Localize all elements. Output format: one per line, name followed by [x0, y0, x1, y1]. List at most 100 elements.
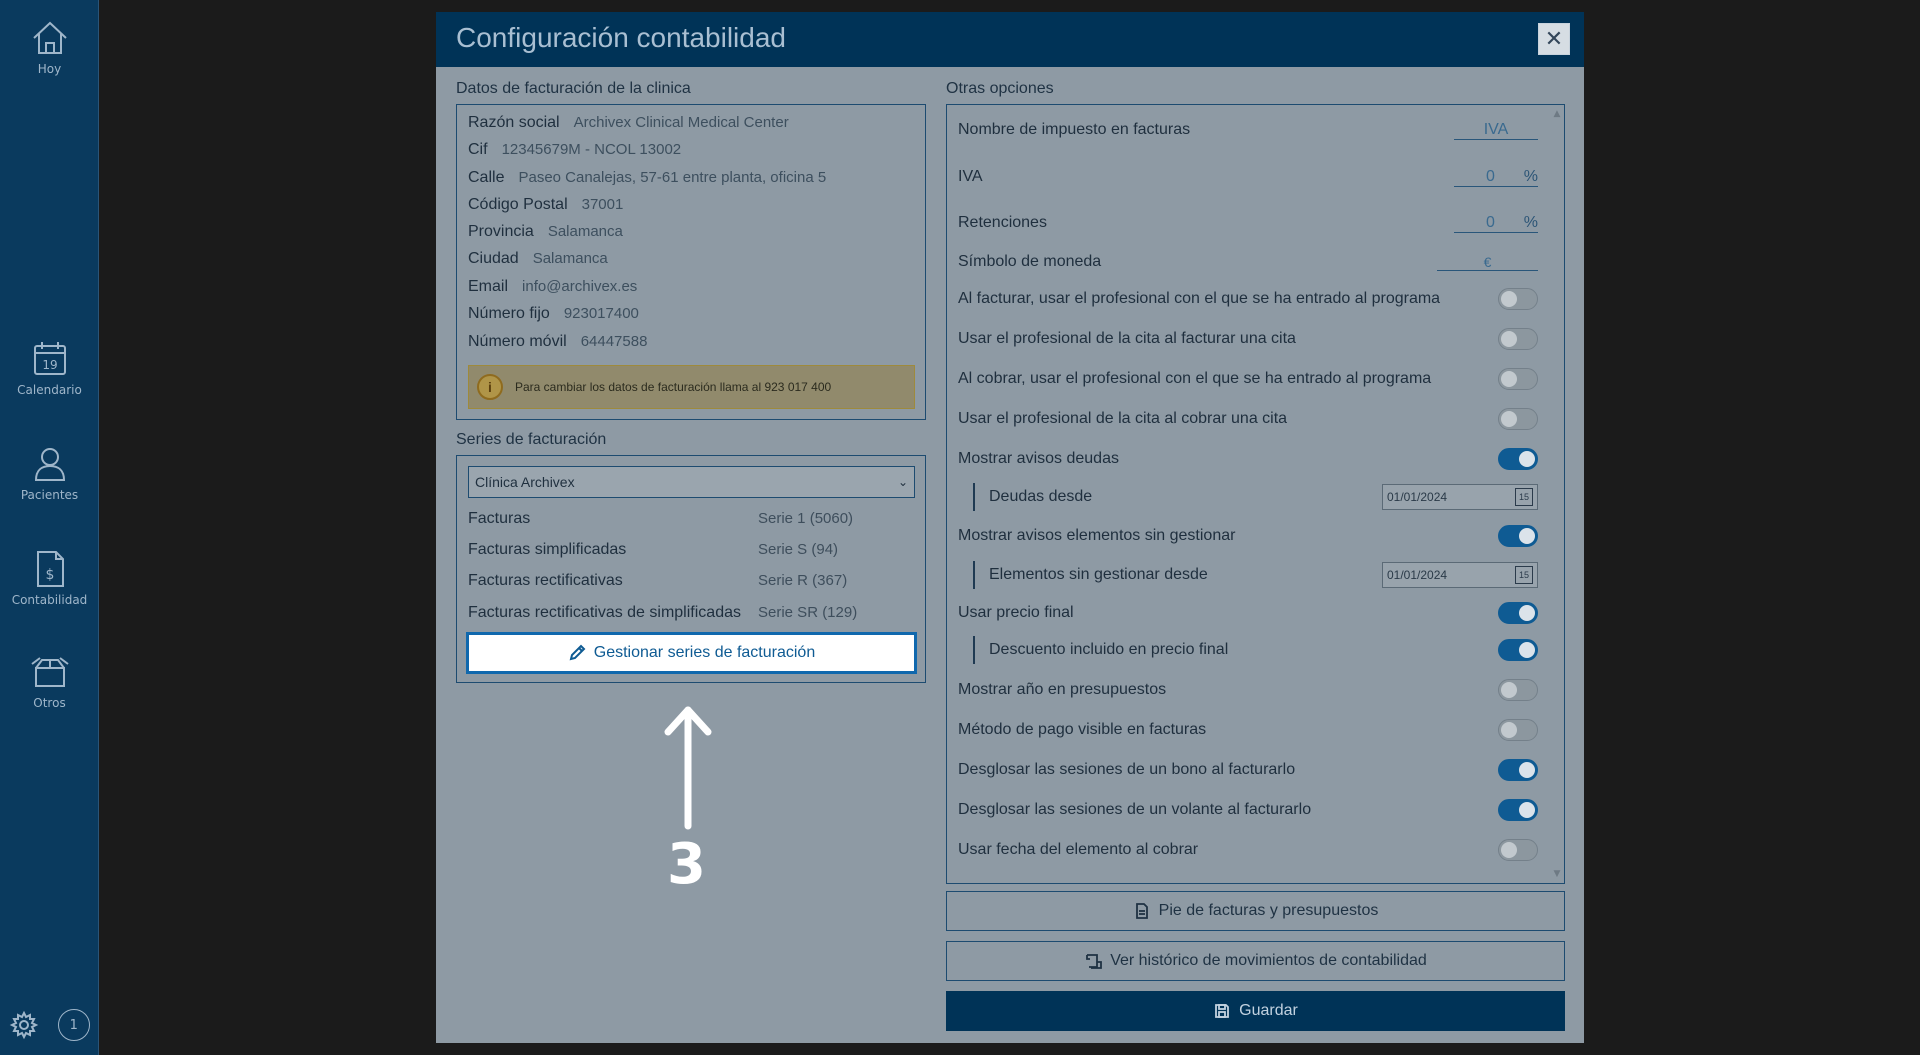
option-label: Usar precio final: [958, 604, 1074, 621]
field-value: Paseo Canalejas, 57-61 entre planta, ofi…: [518, 169, 827, 186]
option-label: Desglosar las sesiones de un bono al fac…: [958, 761, 1296, 778]
option-toggle-row: Método de pago visible en facturas: [958, 716, 1538, 744]
option-label: Método de pago visible en facturas: [958, 721, 1207, 738]
option-label: Mostrar avisos deudas: [958, 450, 1119, 467]
option-label: Mostrar año en presupuestos: [958, 681, 1167, 698]
field-value: 64447588: [580, 333, 648, 350]
nav-calendario[interactable]: 19 Calendario: [0, 337, 99, 397]
nav-contabilidad[interactable]: $ Contabilidad: [0, 547, 99, 607]
toggle-switch[interactable]: [1498, 408, 1538, 430]
field-ciudad: Ciudad Salamanca: [468, 250, 608, 268]
series-select[interactable]: Clínica Archivex ⌄: [468, 466, 915, 498]
notification-badge[interactable]: 1: [57, 1009, 90, 1041]
toggle-switch[interactable]: [1498, 719, 1538, 741]
history-button[interactable]: Ver histórico de movimientos de contabil…: [946, 941, 1565, 981]
option-tax-name: Nombre de impuesto en facturas IVA: [958, 116, 1538, 144]
percent-sign: %: [1523, 214, 1538, 231]
sidebar: Hoy 19 Calendario Pacientes $ Contabilid…: [0, 0, 99, 1055]
option-retenciones: Retenciones 0 %: [958, 209, 1538, 237]
option-toggle-row: Usar el profesional de la cita al factur…: [958, 325, 1538, 353]
field-label: Número móvil: [468, 333, 567, 350]
series-label: Facturas rectificativas: [468, 572, 623, 589]
option-toggle-row: Mostrar año en presupuestos: [958, 676, 1538, 704]
currency-input[interactable]: €: [1437, 254, 1538, 271]
nav-otros[interactable]: Otros: [0, 650, 99, 710]
field-label: Calle: [468, 169, 505, 186]
nav-pacientes[interactable]: Pacientes: [0, 442, 99, 502]
nav-hoy[interactable]: Hoy: [0, 16, 99, 76]
nav-label: Pacientes: [20, 488, 79, 502]
calendar-day: 19: [42, 358, 57, 372]
option-label: Desglosar las sesiones de un volante al …: [958, 801, 1312, 818]
field-value: Salamanca: [532, 250, 608, 267]
notice-text: Para cambiar los datos de facturación ll…: [515, 380, 832, 394]
scroll-down-icon[interactable]: ▼: [1552, 869, 1562, 879]
series-section-title: Series de facturación: [456, 431, 607, 448]
calendar-icon[interactable]: 15: [1515, 566, 1533, 584]
field-numero-fijo: Número fijo 923017400: [468, 305, 639, 323]
option-toggle-row: Al facturar, usar el profesional con el …: [958, 285, 1538, 313]
options-box: Nombre de impuesto en facturas IVA IVA 0…: [946, 104, 1565, 884]
billing-box: Razón social Archivex Clinical Medical Ce…: [456, 104, 926, 420]
toggle-switch[interactable]: [1498, 328, 1538, 350]
toggle-switch[interactable]: [1498, 602, 1538, 624]
field-razon-social: Razón social Archivex Clinical Medical Ce…: [468, 114, 789, 132]
field-value: 37001: [581, 196, 624, 213]
field-label: Razón social: [468, 114, 560, 131]
toggle-switch[interactable]: [1498, 525, 1538, 547]
option-label: IVA: [958, 168, 983, 185]
option-label: Usar el profesional de la cita al factur…: [958, 330, 1296, 347]
toggle-switch[interactable]: [1498, 799, 1538, 821]
option-toggle-row: Descuento incluido en precio final: [973, 636, 1538, 664]
invoice-footer-label: Pie de facturas y presupuestos: [1158, 902, 1379, 919]
svg-text:$: $: [45, 567, 54, 583]
option-label: Al facturar, usar el profesional con el …: [958, 290, 1441, 307]
toggle-switch[interactable]: [1498, 679, 1538, 701]
scroll-up-icon[interactable]: ▲: [1552, 109, 1562, 119]
field-numero-movil: Número móvil 64447588: [468, 333, 647, 351]
option-label: Retenciones: [958, 214, 1047, 231]
field-value: Salamanca: [547, 223, 623, 240]
series-select-value: Clínica Archivex: [475, 474, 575, 490]
option-label: Símbolo de moneda: [958, 253, 1102, 270]
dialog-header: Configuración contabilidad ✕: [436, 12, 1584, 67]
series-row-rectificativas-simplificadas: Facturas rectificativas de simplificadas…: [468, 604, 915, 622]
invoice-footer-button[interactable]: Pie de facturas y presupuestos: [946, 891, 1565, 931]
options-scrollbar[interactable]: ▲ ▼: [1552, 109, 1562, 879]
option-toggle-row: Mostrar avisos elementos sin gestionar: [958, 522, 1538, 550]
save-button[interactable]: Guardar: [946, 991, 1565, 1031]
option-date-row: Elementos sin gestionar desde 01/01/2024 1…: [973, 561, 1538, 589]
series-label: Facturas rectificativas de simplificadas: [468, 604, 741, 621]
field-label: Email: [468, 278, 509, 295]
annotation-step-number: 3: [667, 832, 706, 897]
field-codigo-postal: Código Postal 37001: [468, 196, 623, 214]
field-value: info@archivex.es: [522, 278, 638, 295]
save-icon: [1215, 1004, 1230, 1018]
toggle-switch[interactable]: [1498, 759, 1538, 781]
box-icon: [30, 657, 69, 687]
toggle-switch[interactable]: [1498, 288, 1538, 310]
manage-series-button[interactable]: Gestionar series de facturación: [466, 632, 917, 674]
series-label: Facturas: [468, 510, 531, 527]
field-label: Ciudad: [468, 250, 519, 267]
debts-since-date-input[interactable]: 01/01/2024 15: [1382, 484, 1538, 510]
chevron-down-icon: ⌄: [897, 475, 908, 489]
series-label: Facturas simplificadas: [468, 541, 627, 558]
toggle-switch[interactable]: [1498, 639, 1538, 661]
close-button[interactable]: ✕: [1538, 23, 1570, 55]
nav-label: Contabilidad: [11, 593, 88, 607]
option-iva: IVA 0 %: [958, 163, 1538, 191]
field-cif: Cif 12345679M - NCOL 13002: [468, 141, 681, 159]
toggle-switch[interactable]: [1498, 448, 1538, 470]
accounting-config-dialog: Configuración contabilidad ✕ Datos de fa…: [436, 12, 1584, 1043]
gear-icon[interactable]: [9, 1010, 39, 1040]
history-label: Ver histórico de movimientos de contabil…: [1110, 952, 1427, 969]
pencil-icon: [569, 644, 586, 661]
calendar-icon[interactable]: 15: [1515, 488, 1533, 506]
percent-sign: %: [1523, 168, 1538, 185]
toggle-switch[interactable]: [1498, 368, 1538, 390]
date-value: 01/01/2024: [1387, 490, 1448, 504]
pending-since-date-input[interactable]: 01/01/2024 15: [1382, 562, 1538, 588]
toggle-switch[interactable]: [1498, 839, 1538, 861]
tax-name-input[interactable]: IVA: [1454, 121, 1538, 140]
